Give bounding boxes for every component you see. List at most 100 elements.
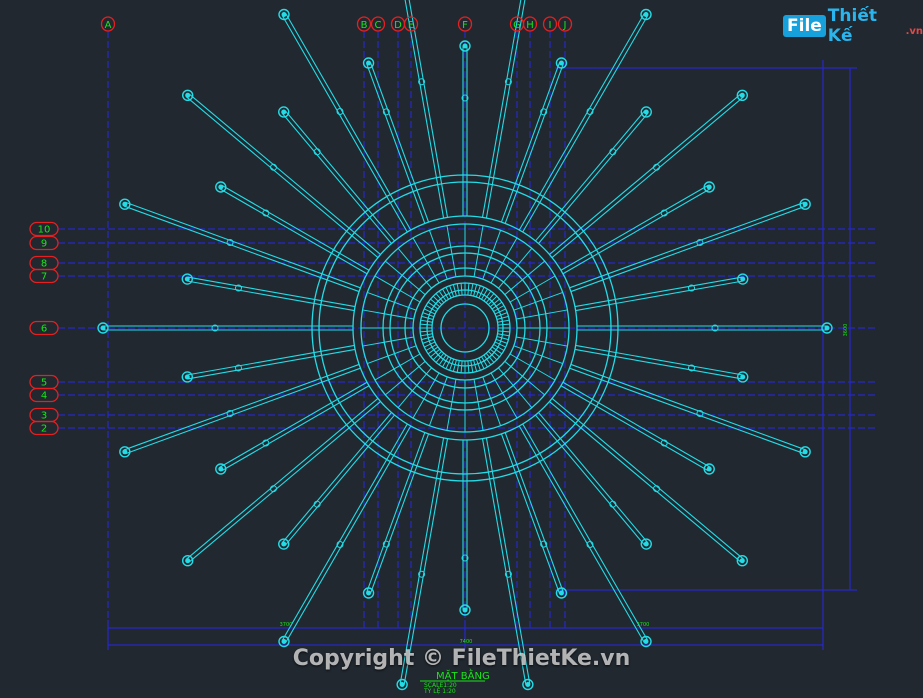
inner-slat [432,350,443,361]
row-label-10: 10 [38,225,51,236]
inner-slat [497,333,510,337]
mid-slat [385,361,426,396]
inner-slat [497,330,510,333]
spoke-rail [186,96,379,258]
spoke-end-dot [802,201,808,207]
dim-right-total: 3600 [843,324,849,337]
spoke-end-dot [739,558,745,564]
mid-slat [504,260,545,295]
spoke-end-dot [643,639,649,645]
spoke-end-dot [184,374,190,380]
inner-slat [456,360,460,373]
spoke-end-dot [122,449,128,455]
spoke-rail [188,93,381,255]
row-label-6: 6 [41,324,47,335]
inner-slat [496,336,509,341]
filethietke-logo: File Thiết Kế .vn [783,6,923,46]
row-label-7: 7 [41,272,47,283]
grid-bubbles: A B C D E F G H I J 10 9 8 7 6 5 4 3 2 [29,16,573,436]
inner-slat [467,283,470,296]
inner-slat [497,319,510,323]
column-label-D: D [394,20,402,31]
spoke-end-dot [643,541,649,547]
spoke-rail [551,96,744,258]
spoke-end-dot [184,276,190,282]
column-label-H: H [526,20,534,31]
chandelier-plan-drawing[interactable]: A B C D E F G H I J 10 9 8 7 6 5 4 3 2 3700 3700 7400 3600… [0,0,923,698]
spoke-rail [186,398,379,560]
spoke-rail [538,412,649,544]
spoke-end-dot [281,639,287,645]
spoke-rail [551,398,744,560]
spoke-rail [281,412,392,544]
spoke-rail [219,188,368,275]
mid-slat [397,367,432,408]
spoke-end-dot [706,466,712,472]
column-label-E: E [408,20,414,31]
title-block: MẶT BẰNG SCALE1:20 TỶ LỆ 1:20 [420,668,490,695]
spoke-end-dot [740,276,746,282]
spoke-end-dot [366,590,372,596]
spoke-end-dot [525,682,531,688]
column-label-J: J [563,20,567,31]
spoke-rail [549,93,742,255]
spoke-end-dot [802,449,808,455]
mid-slat [397,248,432,289]
spoke-end-dot [100,325,106,331]
spoke-end-dot [462,43,468,49]
row-label-3: 3 [41,411,47,422]
spoke-end-dot [558,60,564,66]
mid-slat [498,367,533,408]
spoke-end-dot [824,325,830,331]
mid-slat [504,361,545,396]
spoke-end-dot [122,201,128,207]
dim-bottom-left: 3700 [280,622,293,628]
spoke-end-dot [462,607,468,613]
inner-slat [456,283,460,296]
inner-slat [452,359,457,372]
spoke-end-dot [366,60,372,66]
inner-slat [420,333,433,337]
spoke-rail [575,280,744,312]
column-label-I: I [549,20,552,31]
row-label-9: 9 [41,239,47,250]
mid-slat [498,248,533,289]
spoke-end-dot [281,541,287,547]
logo-vn: .vn [905,26,923,37]
spoke-end-dot [706,184,712,190]
spoke-end-dot [218,466,224,472]
inner-slat [473,284,478,297]
cad-viewport[interactable]: A B C D E F G H I J 10 9 8 7 6 5 4 3 2 3700 3700 7400 3600… [0,0,923,698]
row-label-5: 5 [41,378,47,389]
row-label-2: 2 [41,424,47,435]
row-label-8: 8 [41,259,47,270]
spoke-rail [281,112,392,244]
inner-slat [420,323,433,326]
dim-bottom-total: 7400 [460,639,473,645]
spoke-end-dot [739,92,745,98]
inner-slat [452,284,457,297]
column-label-G: G [513,20,521,31]
inner-slat [421,336,434,341]
spoke-rail [560,184,709,271]
spoke-rail [535,110,646,242]
inner-slat [487,350,498,361]
inner-slat [460,283,463,296]
row-label-4: 4 [41,391,47,402]
spoke-rail [188,401,381,563]
spoke-end-dot [643,109,649,115]
inner-slat [470,360,474,373]
spoke-rail [221,184,370,271]
logo-thietke: Thiết Kế [827,6,877,46]
inner-slat [470,283,474,296]
spoke-rail [549,401,742,563]
spoke-end-dot [399,682,405,688]
inner-slat [432,295,443,306]
spoke-rail [186,280,355,312]
spoke-end-dot [740,374,746,380]
spoke-end-dot [185,558,191,564]
spoke-rail [535,414,646,546]
spoke-rail [186,344,355,376]
spoke-rail [575,344,744,376]
inner-slat [496,315,509,320]
